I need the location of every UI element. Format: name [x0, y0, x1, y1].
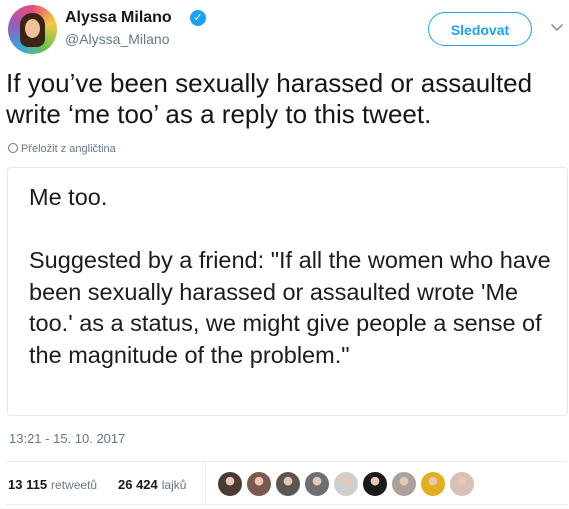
liker-avatar[interactable] [362, 471, 388, 497]
likes-label: lajků [161, 478, 187, 492]
author-avatar[interactable] [8, 5, 57, 54]
media-line-1: Me too. [29, 184, 108, 210]
retweets-count: 13 115 [8, 477, 48, 492]
liker-avatar[interactable] [391, 471, 417, 497]
retweets-stat[interactable]: 13 115 retweetů [8, 477, 97, 492]
media-image-card[interactable]: Me too. Suggested by a friend: "If all t… [7, 167, 568, 416]
translate-label: Přeložit z angličtina [21, 143, 116, 155]
follow-button[interactable]: Sledovat [428, 12, 532, 46]
author-handle[interactable]: @Alyssa_Milano [65, 31, 169, 47]
liker-avatar[interactable] [246, 471, 272, 497]
avatar-face [25, 19, 40, 38]
liker-avatar[interactable] [275, 471, 301, 497]
media-line-2: Suggested by a friend: "If all the women… [29, 247, 551, 368]
translate-link[interactable]: Přeložit z angličtina [8, 143, 116, 155]
tweet-text: If you’ve been sexually harassed or assa… [6, 68, 533, 129]
likes-stat[interactable]: 26 424 lajků [118, 477, 186, 492]
divider [6, 461, 567, 462]
author-name[interactable]: Alyssa Milano [65, 9, 172, 27]
verified-badge-icon: ✓ [190, 10, 206, 26]
liker-avatar[interactable] [449, 471, 475, 497]
liker-avatar[interactable] [333, 471, 359, 497]
retweets-label: retweetů [51, 478, 98, 492]
likes-count: 26 424 [118, 477, 158, 492]
globe-icon [8, 143, 18, 153]
liker-avatar[interactable] [217, 471, 243, 497]
media-spacer [29, 214, 554, 246]
divider [6, 504, 567, 505]
tweet-timestamp[interactable]: 13:21 - 15. 10. 2017 [9, 431, 125, 446]
chevron-down-icon[interactable] [550, 20, 564, 34]
liker-avatar[interactable] [420, 471, 446, 497]
media-image-text: Me too. Suggested by a friend: "If all t… [29, 182, 554, 371]
liker-avatar[interactable] [304, 471, 330, 497]
divider [205, 462, 206, 504]
chevron-down-icon-svg [551, 24, 563, 31]
